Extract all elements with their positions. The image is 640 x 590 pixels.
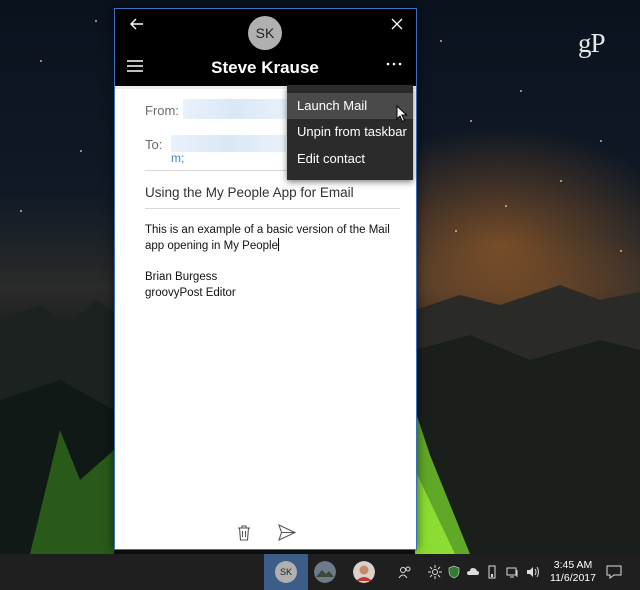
contact-photo-icon (314, 561, 336, 583)
to-label: To: (145, 137, 163, 152)
defender-shield-icon[interactable] (447, 565, 461, 579)
star (560, 180, 562, 182)
send-icon[interactable] (278, 524, 296, 541)
action-center-icon[interactable] (606, 564, 622, 580)
people-icon[interactable] (398, 565, 412, 579)
subject-field[interactable]: Using the My People App for Email (145, 185, 354, 200)
taskbar-contact-3[interactable] (342, 554, 386, 590)
star (95, 20, 97, 22)
star (505, 205, 507, 207)
groovypost-watermark: gP (578, 28, 606, 58)
from-field-blurred[interactable] (183, 99, 288, 119)
more-options-icon[interactable] (383, 57, 405, 71)
to-field-text[interactable]: m; (171, 151, 184, 165)
to-field-blurred[interactable] (171, 135, 286, 152)
message-body[interactable]: This is an example of a basic version of… (145, 222, 395, 254)
discard-trash-icon[interactable] (237, 525, 251, 541)
system-clock[interactable]: 3:45 AM 11/6/2017 (548, 559, 598, 585)
contact-photo-icon (353, 561, 375, 583)
contact-avatar: SK (248, 16, 282, 50)
title-bar: SK Steve Krause (115, 9, 416, 89)
back-arrow-icon[interactable] (127, 14, 147, 34)
star (620, 250, 622, 252)
text-caret (278, 238, 279, 251)
star (40, 60, 42, 62)
message-body-text: This is an example of a basic version of… (145, 224, 390, 252)
menu-item-edit-contact[interactable]: Edit contact (287, 146, 413, 172)
clock-date: 11/6/2017 (550, 572, 596, 584)
star (520, 90, 522, 92)
taskbar-contact-sk[interactable]: SK (264, 554, 308, 590)
star (80, 150, 82, 152)
hamburger-menu-icon[interactable] (127, 59, 143, 73)
settings-gear-icon[interactable] (428, 565, 442, 579)
taskbar-contact-2[interactable] (303, 554, 347, 590)
star (440, 40, 442, 42)
mouse-cursor-icon (396, 105, 408, 123)
menu-item-launch-mail[interactable]: Launch Mail (287, 93, 413, 119)
divider (145, 208, 400, 209)
clock-time: 3:45 AM (553, 559, 593, 571)
menu-item-unpin-taskbar[interactable]: Unpin from taskbar (287, 119, 413, 145)
contact-name: Steve Krause (211, 58, 319, 77)
volume-icon[interactable] (526, 565, 540, 579)
signature-name: Brian Burgess (145, 271, 218, 283)
taskbar-avatar-sk: SK (275, 561, 297, 583)
usb-drive-icon[interactable] (485, 565, 499, 579)
from-label: From: (145, 103, 179, 118)
network-icon[interactable] (506, 565, 520, 579)
signature-title: groovyPost Editor (145, 287, 236, 299)
taskbar: SK 3:45 AM 11/6/2017 (0, 554, 640, 590)
star (600, 140, 602, 142)
signature: Brian Burgess groovyPost Editor (145, 269, 236, 301)
star (470, 120, 472, 122)
onedrive-cloud-icon[interactable] (466, 565, 480, 579)
star (20, 210, 22, 212)
star (455, 230, 457, 232)
context-menu: Launch Mail Unpin from taskbar Edit cont… (287, 85, 413, 180)
close-icon[interactable] (387, 14, 407, 34)
